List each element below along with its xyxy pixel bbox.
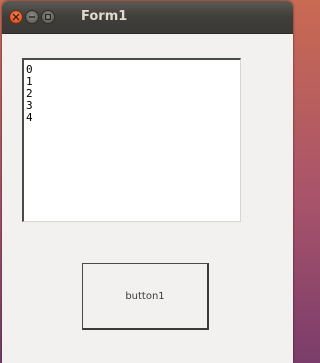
listbox[interactable]: 0 1 2 3 4 (22, 58, 241, 222)
list-item[interactable]: 4 (26, 112, 240, 124)
maximize-icon (44, 13, 52, 21)
button1[interactable]: button1 (82, 263, 209, 330)
list-item[interactable]: 1 (26, 76, 240, 88)
titlebar[interactable]: Form1 (2, 1, 293, 34)
minimize-button[interactable] (25, 10, 39, 24)
close-icon (12, 13, 20, 21)
list-item[interactable]: 2 (26, 88, 240, 100)
close-button[interactable] (9, 10, 23, 24)
list-item[interactable]: 3 (26, 100, 240, 112)
minimize-icon (28, 16, 36, 18)
window-title: Form1 (81, 9, 128, 24)
list-item[interactable]: 0 (26, 64, 240, 76)
form1-window: Form1 0 1 2 3 4 button1 (2, 1, 293, 363)
maximize-button[interactable] (41, 10, 55, 24)
